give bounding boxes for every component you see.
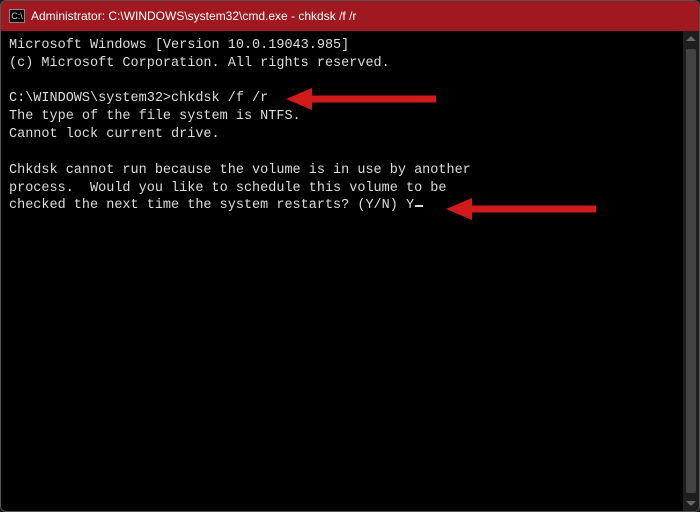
output-line: The type of the file system is NTFS. [9, 109, 301, 124]
typed-input: Y [406, 198, 414, 213]
typed-command: chkdsk /f /r [171, 91, 268, 106]
vertical-scrollbar[interactable] [683, 31, 699, 511]
cmd-icon: C:\ [9, 9, 25, 23]
output-line: Microsoft Windows [Version 10.0.19043.98… [9, 38, 349, 53]
terminal-output[interactable]: Microsoft Windows [Version 10.0.19043.98… [1, 31, 699, 511]
prompt-path: C:\WINDOWS\system32> [9, 91, 171, 106]
window-title: Administrator: C:\WINDOWS\system32\cmd.e… [31, 9, 691, 23]
text-cursor [415, 205, 423, 208]
output-line: process. Would you like to schedule this… [9, 181, 446, 196]
output-line: Cannot lock current drive. [9, 127, 220, 142]
titlebar[interactable]: C:\ Administrator: C:\WINDOWS\system32\c… [1, 1, 699, 31]
scrollbar-thumb[interactable] [686, 49, 696, 493]
output-line: (c) Microsoft Corporation. All rights re… [9, 56, 390, 71]
output-line: Chkdsk cannot run because the volume is … [9, 163, 471, 178]
output-line: checked the next time the system restart… [9, 198, 406, 213]
cmd-window: C:\ Administrator: C:\WINDOWS\system32\c… [0, 0, 700, 512]
